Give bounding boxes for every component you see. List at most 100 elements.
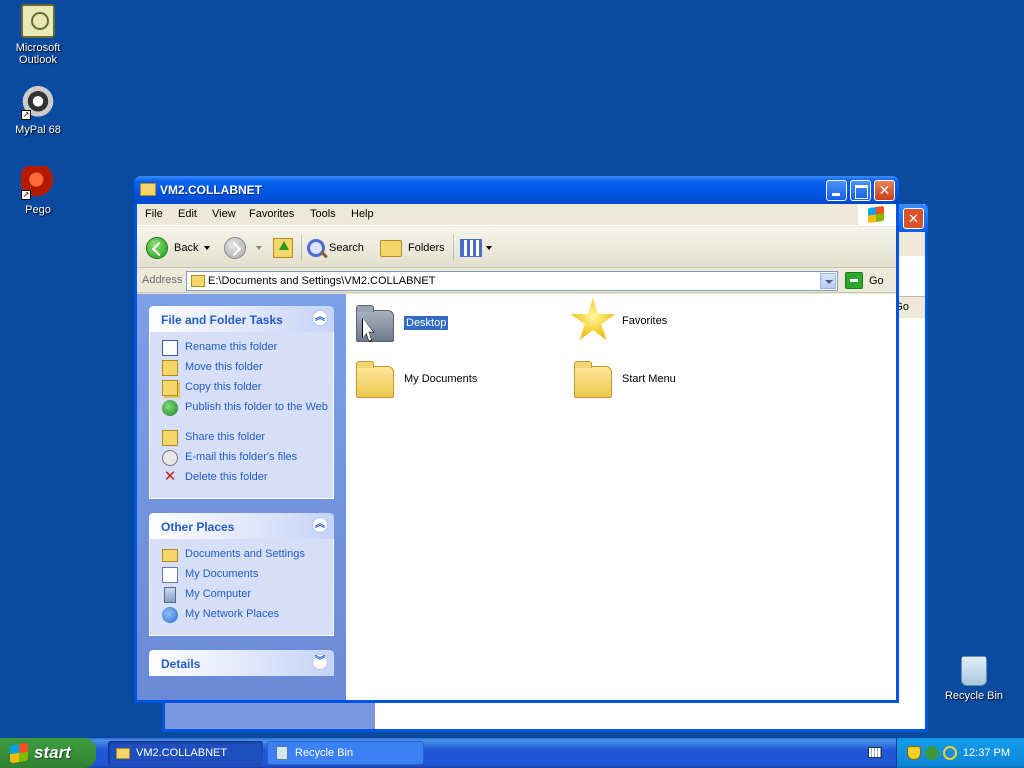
folders-button[interactable]: Folders (380, 235, 445, 261)
start-button[interactable]: start (0, 738, 96, 768)
network-icon (162, 607, 178, 623)
place-my-network-places[interactable]: My Network Places (162, 607, 333, 627)
minimize-button[interactable] (826, 180, 847, 201)
place-documents-and-settings[interactable]: Documents and Settings (162, 547, 333, 567)
panel-title: Other Places (161, 520, 235, 534)
task-email-files[interactable]: E-mail this folder's files (162, 450, 333, 470)
delete-icon: ✕ (163, 468, 177, 485)
explorer-window: VM2.COLLABNET ✕ File Edit View Favorites… (134, 176, 899, 703)
item-start-menu[interactable]: Start Menu (574, 360, 676, 398)
recycle-bin-icon (961, 656, 987, 686)
menu-tools[interactable]: Tools (310, 208, 336, 220)
background-window-taskpane (165, 699, 375, 729)
chevron-down-icon[interactable] (256, 246, 262, 250)
task-share-folder[interactable]: Share this folder (162, 430, 333, 450)
views-button[interactable] (460, 235, 492, 261)
task-label: Move this folder (185, 361, 263, 373)
folder-view: Desktop Favorites My Documents Start Men… (346, 294, 896, 700)
windows-logo (858, 204, 896, 226)
menu-view[interactable]: View (212, 208, 236, 220)
menu-favorites[interactable]: Favorites (249, 208, 294, 220)
outlook-icon (21, 4, 55, 38)
taskbar-button-label: VM2.COLLABNET (136, 747, 228, 759)
item-label: My Documents (404, 373, 478, 385)
collapse-icon[interactable]: ︽ (312, 517, 328, 533)
mypal-icon: ↗ (21, 86, 55, 120)
folder-icon (162, 549, 178, 562)
search-button[interactable]: Search (307, 235, 364, 261)
chevron-down-icon[interactable] (204, 246, 211, 250)
go-button[interactable]: Go (845, 272, 884, 289)
taskbar: start VM2.COLLABNET Recycle Bin 12:37 PM (0, 738, 1024, 768)
task-rename-folder[interactable]: Rename this folder (162, 340, 333, 360)
search-icon[interactable] (943, 746, 957, 760)
address-input[interactable]: E:\Documents and Settings\VM2.COLLABNET (186, 271, 838, 291)
folder-icon (574, 361, 612, 398)
taskbar-button-recycle-bin[interactable]: Recycle Bin (267, 741, 424, 765)
folder-icon (140, 183, 156, 196)
file-folder-tasks-panel: File and Folder Tasks ︽ Rename this fold… (149, 306, 334, 499)
panel-header[interactable]: File and Folder Tasks ︽ (149, 306, 334, 332)
back-label: Back (174, 242, 199, 254)
menu-help[interactable]: Help (351, 208, 374, 220)
collapse-icon[interactable]: ︽ (312, 310, 328, 326)
close-icon[interactable]: ✕ (903, 208, 924, 229)
views-icon (460, 239, 482, 257)
place-my-computer[interactable]: My Computer (162, 587, 333, 607)
shortcut-arrow-icon: ↗ (21, 190, 31, 200)
star-icon (570, 298, 616, 340)
task-label: Delete this folder (185, 471, 268, 483)
keyboard-icon[interactable] (868, 747, 882, 758)
task-label: Rename this folder (185, 341, 278, 353)
desktop-icon-label: MyPal 68 (15, 124, 61, 136)
windows-flag-icon (10, 742, 28, 764)
panel-title: File and Folder Tasks (161, 313, 283, 327)
desktop-icon-outlook[interactable]: Microsoft Outlook (0, 4, 76, 66)
place-label: My Network Places (185, 608, 280, 620)
task-label: Share this folder (185, 431, 266, 443)
up-button[interactable] (273, 235, 293, 261)
network-icon[interactable] (925, 746, 939, 760)
taskbar-button-vm2-collabnet[interactable]: VM2.COLLABNET (108, 741, 263, 765)
search-label: Search (329, 242, 364, 254)
folder-icon (116, 747, 130, 759)
menu-edit[interactable]: Edit (178, 208, 197, 220)
item-label: Desktop (402, 315, 450, 331)
recycle-bin-icon (276, 746, 288, 760)
task-delete-folder[interactable]: ✕ Delete this folder (162, 468, 333, 490)
shortcut-arrow-icon: ↗ (21, 110, 31, 120)
place-my-documents[interactable]: My Documents (162, 567, 333, 587)
forward-button[interactable] (224, 235, 262, 261)
panel-header[interactable]: Other Places ︽ (149, 513, 334, 539)
forward-arrow-icon (224, 237, 246, 259)
desktop-icon-recycle-bin[interactable]: Recycle Bin (936, 656, 1012, 702)
globe-icon (162, 400, 178, 416)
email-icon (162, 450, 178, 466)
place-label: My Documents (185, 568, 259, 580)
maximize-button[interactable] (850, 180, 871, 201)
chevron-down-icon (486, 246, 492, 250)
panel-body: Rename this folder Move this folder Copy… (149, 332, 334, 499)
clock[interactable]: 12:37 PM (963, 747, 1010, 759)
task-move-folder[interactable]: Move this folder (162, 360, 333, 380)
address-dropdown-button[interactable] (820, 273, 836, 289)
window-titlebar[interactable]: VM2.COLLABNET ✕ (134, 176, 899, 204)
menu-file[interactable]: File (145, 208, 163, 220)
task-publish-folder[interactable]: Publish this folder to the Web (162, 400, 333, 430)
expand-icon[interactable]: ︾ (312, 654, 328, 670)
panel-header[interactable]: Details ︾ (149, 650, 334, 676)
address-bar: Address E:\Documents and Settings\VM2.CO… (137, 269, 896, 293)
task-copy-folder[interactable]: Copy this folder (162, 380, 333, 400)
back-button[interactable]: Back (146, 235, 211, 261)
security-shield-icon[interactable] (907, 746, 921, 760)
close-button[interactable]: ✕ (874, 180, 895, 201)
desktop-icon-mypal[interactable]: ↗ MyPal 68 (0, 86, 76, 136)
item-favorites[interactable]: Favorites (570, 298, 667, 344)
task-label: Publish this folder to the Web (185, 401, 328, 413)
move-folder-icon (162, 360, 178, 376)
windows-flag-icon (868, 205, 884, 224)
search-icon (307, 239, 325, 257)
desktop-icon-pego[interactable]: ↗ Pego (0, 166, 76, 216)
folders-label: Folders (408, 242, 445, 254)
item-my-documents[interactable]: My Documents (356, 360, 477, 398)
